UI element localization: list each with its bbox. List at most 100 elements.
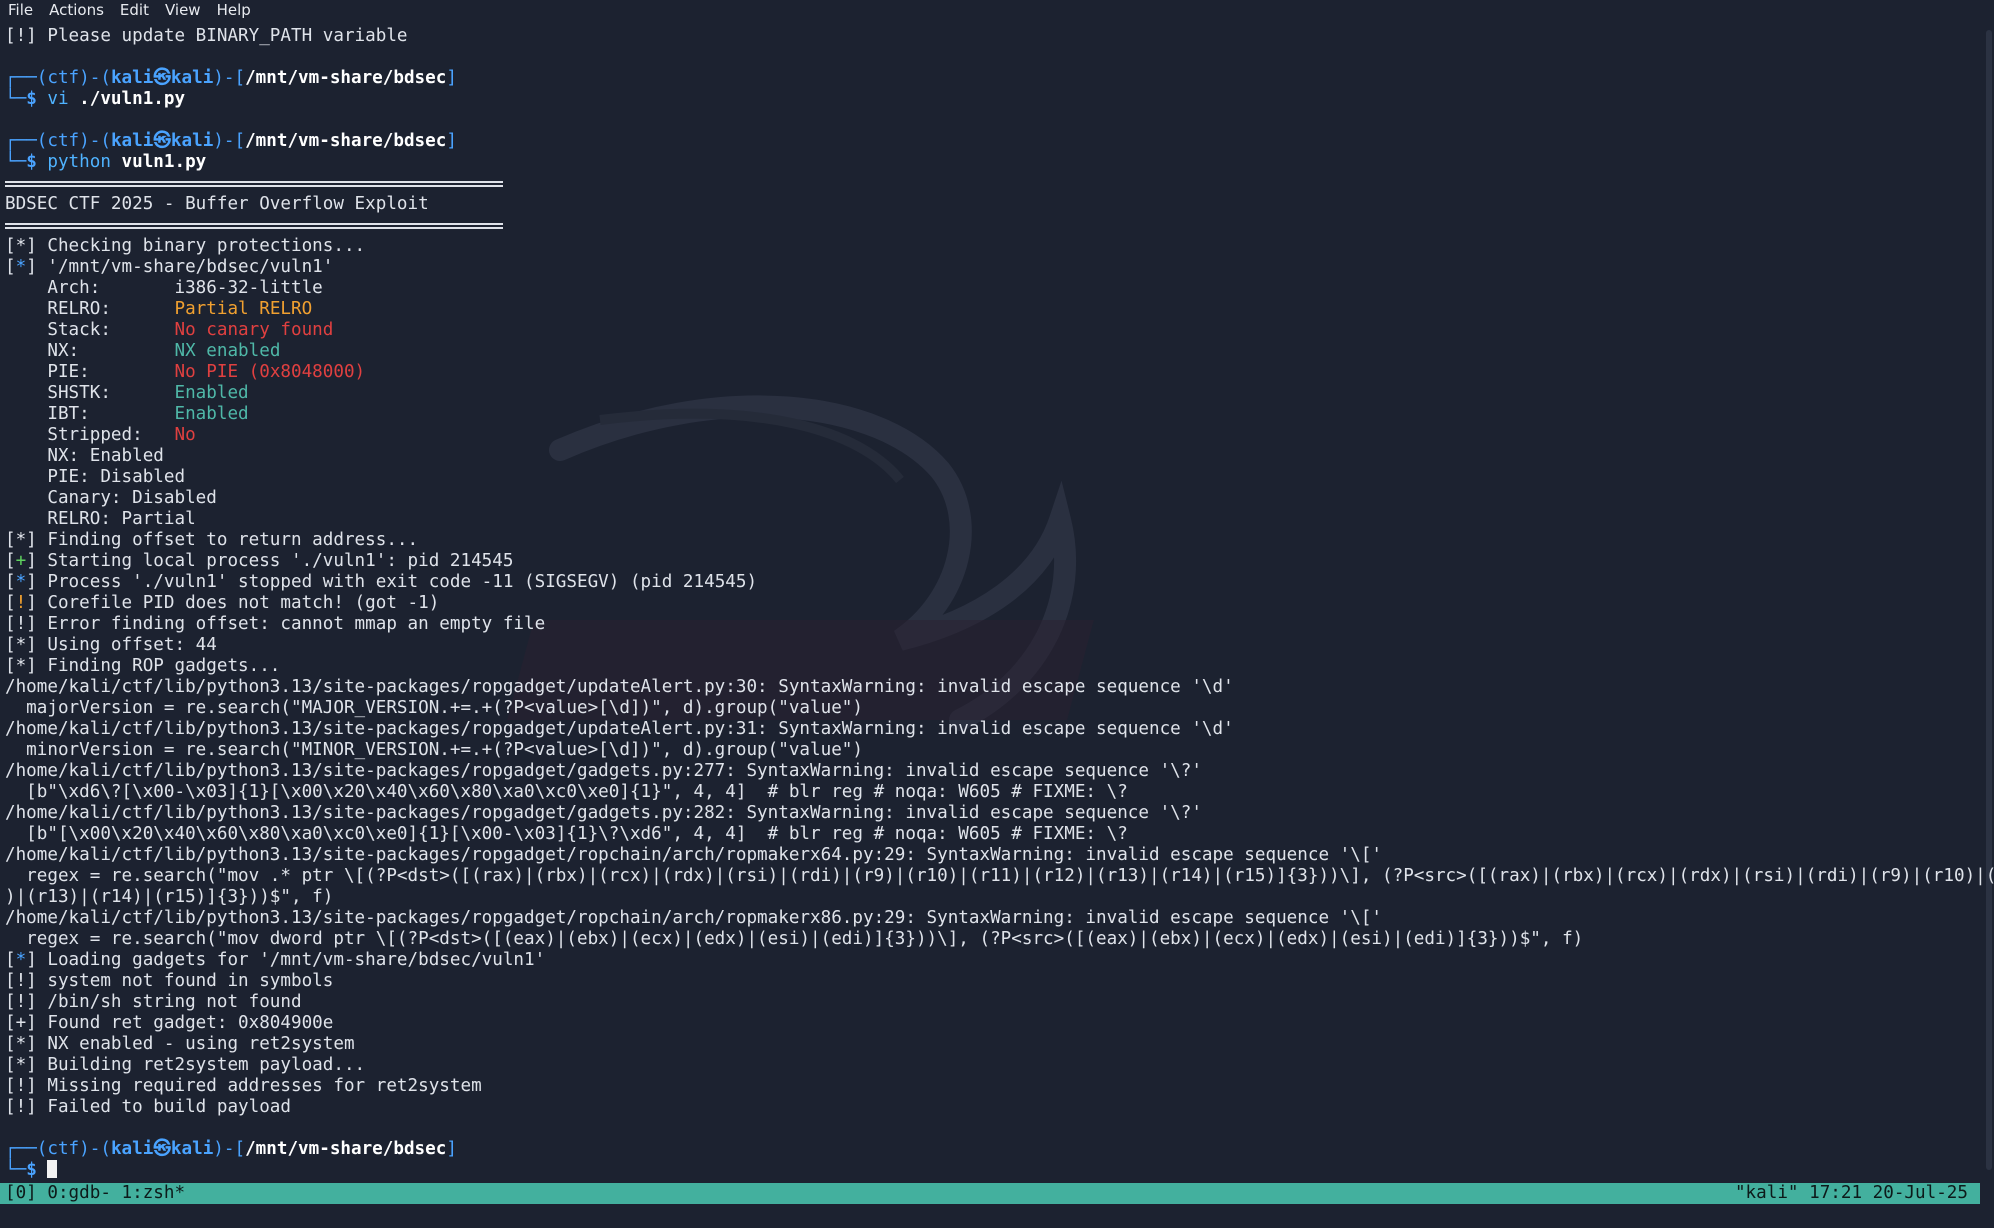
prompt-input-line: └─$ python vuln1.py (5, 152, 1980, 173)
output-line: /home/kali/ctf/lib/python3.13/site-packa… (5, 761, 1980, 782)
output-line: [*] '/mnt/vm-share/bdsec/vuln1' (5, 257, 1980, 278)
menu-view[interactable]: View (157, 1, 209, 19)
menu-file[interactable]: File (0, 1, 41, 19)
prompt-at: ㉿ (153, 1139, 171, 1159)
prompt-corner: └─ (5, 152, 27, 172)
output-line: Stack: No canary found (5, 320, 1980, 341)
output-segment: PIE: Disabled (5, 467, 186, 487)
prompt-decoration: )-[ (213, 131, 246, 151)
output-line: [b"\xd6\?[\x00-\x03]{1}[\x00\x20\x40\x60… (5, 782, 1980, 803)
terminal-cursor[interactable] (47, 1160, 58, 1178)
menu-bar: File Actions Edit View Help (0, 0, 1994, 20)
output-segment: ] Corefile PID does not match! (got -1) (26, 593, 440, 613)
command-argument: vuln1.py (121, 152, 207, 172)
prompt-header: ┌──(ctf)-(kali㉿kali)-[/mnt/vm-share/bdse… (5, 131, 1980, 152)
output-line: NX: Enabled (5, 446, 1980, 467)
output-line: [+] Starting local process './vuln1': pi… (5, 551, 1980, 572)
output-segment: Enabled (174, 383, 249, 403)
prompt-env: ctf (47, 131, 80, 151)
output-segment: [!] system not found in symbols (5, 971, 334, 991)
output-segment: PIE: (5, 362, 175, 382)
prompt-dollar: $ (26, 152, 37, 172)
prompt-at: ㉿ (153, 68, 171, 88)
scrollbar-thumb[interactable] (1986, 30, 1992, 1170)
output-segment: + (15, 551, 27, 571)
command-name: python (47, 152, 111, 172)
prompt-host: kali (170, 1139, 214, 1159)
output-line: RELRO: Partial (5, 509, 1980, 530)
output-segment: /home/kali/ctf/lib/python3.13/site-packa… (5, 761, 1202, 781)
output-line: minorVersion = re.search("MINOR_VERSION.… (5, 740, 1980, 761)
output-segment: )|(r13)|(r14)|(r15)]{3}))$", f) (5, 887, 334, 907)
output-segment: ] Loading gadgets for '/mnt/vm-share/bds… (26, 950, 546, 970)
output-segment: Partial RELRO (174, 299, 313, 319)
output-segment: [*] NX enabled - using ret2system (5, 1034, 355, 1054)
output-line: [!] Please update BINARY_PATH variable (5, 26, 1980, 47)
output-segment: NX: (5, 341, 175, 361)
prompt-host: kali (170, 131, 214, 151)
menu-actions[interactable]: Actions (41, 1, 112, 19)
output-segment: Stack: (5, 320, 175, 340)
output-line: PIE: No PIE (0x8048000) (5, 362, 1980, 383)
output-segment: [ (5, 593, 16, 613)
output-line: regex = re.search("mov dword ptr \[(?P<d… (5, 929, 1980, 950)
output-line: [!] Corefile PID does not match! (got -1… (5, 593, 1980, 614)
prompt-path: /mnt/vm-share/bdsec (245, 1139, 447, 1159)
output-segment: NX enabled (174, 341, 281, 361)
output-segment: [+] Found ret gadget: 0x804900e (5, 1013, 334, 1033)
prompt-decoration: )-( (79, 68, 111, 88)
prompt-dollar: $ (26, 89, 37, 109)
prompt-env: ctf (47, 68, 80, 88)
output-line: [!] Missing required addresses for ret2s… (5, 1076, 1980, 1097)
prompt-decoration: )-[ (213, 68, 246, 88)
output-segment: [ (5, 551, 16, 571)
output-line: [!] system not found in symbols (5, 971, 1980, 992)
terminal-scrollbar[interactable] (1984, 20, 1994, 1182)
prompt-host: kali (170, 68, 214, 88)
separator-rule (5, 215, 1980, 236)
output-segment: /home/kali/ctf/lib/python3.13/site-packa… (5, 719, 1234, 739)
output-segment: No (174, 425, 196, 445)
output-segment: /home/kali/ctf/lib/python3.13/site-packa… (5, 908, 1383, 928)
output-segment: regex = re.search("mov .* ptr \[(?P<dst>… (5, 866, 1994, 886)
tmux-window-list[interactable]: [0] 0:gdb- 1:zsh* (0, 1183, 185, 1204)
output-line: Arch: i386-32-little (5, 278, 1980, 299)
output-line: /home/kali/ctf/lib/python3.13/site-packa… (5, 803, 1980, 824)
terminal-output[interactable]: [!] Please update BINARY_PATH variable ┌─… (5, 26, 1994, 1181)
menu-help[interactable]: Help (209, 1, 259, 19)
output-segment: * (15, 950, 27, 970)
output-line: /home/kali/ctf/lib/python3.13/site-packa… (5, 719, 1980, 740)
prompt-decoration: )-( (79, 1139, 111, 1159)
output-line: [!] Error finding offset: cannot mmap an… (5, 614, 1980, 635)
output-segment: [!] Error finding offset: cannot mmap an… (5, 614, 546, 634)
output-segment: ! (15, 593, 27, 613)
prompt-input-line: └─$ vi ./vuln1.py (5, 89, 1980, 110)
prompt-corner: └─ (5, 1160, 27, 1180)
output-line: BDSEC CTF 2025 - Buffer Overflow Exploit (5, 194, 1980, 215)
tmux-status-bar: [0] 0:gdb- 1:zsh* "kali" 17:21 20-Jul-25 (0, 1183, 1980, 1204)
menu-edit[interactable]: Edit (112, 1, 157, 19)
prompt-corner: └─ (5, 89, 27, 109)
output-segment: Stripped: (5, 425, 175, 445)
output-line: [*] Finding offset to return address... (5, 530, 1980, 551)
output-line: SHSTK: Enabled (5, 383, 1980, 404)
output-segment: RELRO: (5, 299, 175, 319)
output-segment: [!] /bin/sh string not found (5, 992, 302, 1012)
output-line: regex = re.search("mov .* ptr \[(?P<dst>… (5, 866, 1994, 887)
output-segment: [!] Failed to build payload (5, 1097, 291, 1117)
output-line: [*] Finding ROP gadgets... (5, 656, 1980, 677)
output-segment: Enabled (174, 404, 249, 424)
prompt-decoration: ┌──( (5, 68, 48, 88)
prompt-path: /mnt/vm-share/bdsec (245, 131, 447, 151)
output-line: )|(r13)|(r14)|(r15)]{3}))$", f) (5, 887, 1980, 908)
prompt-decoration: ┌──( (5, 131, 48, 151)
output-segment: [b"[\x00\x20\x40\x60\x80\xa0\xc0\xe0]{1}… (5, 824, 1128, 844)
output-segment: [!] Missing required addresses for ret2s… (5, 1076, 482, 1096)
output-segment: /home/kali/ctf/lib/python3.13/site-packa… (5, 677, 1234, 697)
output-segment: ] '/mnt/vm-share/bdsec/vuln1' (26, 257, 334, 277)
output-segment: [ (5, 950, 16, 970)
output-line: [*] NX enabled - using ret2system (5, 1034, 1980, 1055)
